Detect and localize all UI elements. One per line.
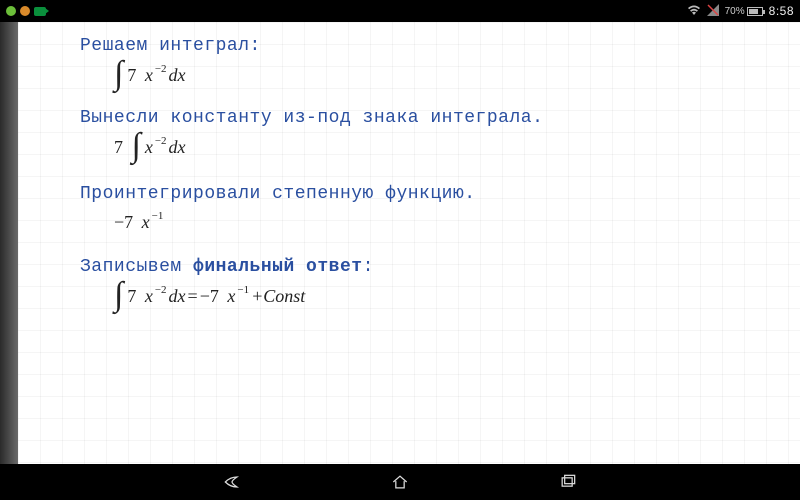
wifi-icon [687, 4, 701, 19]
math-var: x [227, 286, 235, 307]
math-coef: 7 [114, 137, 123, 158]
document-body: Решаем интеграл: ∫ 7 x−2 dx Вынесли конс… [18, 22, 800, 308]
recent-apps-button[interactable] [554, 471, 582, 493]
tablet-frame: 70% 8:58 Решаем интеграл: ∫ 7 x−2 dx Вын… [0, 0, 800, 500]
math-exp: −2 [155, 135, 167, 147]
status-bar-right: 70% 8:58 [687, 4, 794, 19]
step-heading: Записывем финальный ответ: [80, 257, 800, 277]
text-bold: финальный ответ [193, 257, 363, 277]
text-prefix: Записывем [80, 257, 193, 277]
math-expression: −7 x−1 [114, 212, 800, 233]
camera-icon [34, 7, 46, 16]
clock: 8:58 [769, 4, 794, 18]
page-shadow [0, 22, 18, 464]
math-coef: −7 [114, 212, 133, 233]
integral-icon: ∫ [132, 134, 141, 158]
back-button[interactable] [218, 471, 246, 493]
status-bar-left [6, 6, 46, 16]
math-const: +Const [251, 286, 305, 307]
math-dx: dx [169, 137, 186, 158]
text-suffix: : [363, 257, 374, 277]
home-button[interactable] [386, 471, 414, 493]
math-exp: −1 [152, 210, 164, 222]
battery-indicator: 70% [725, 6, 763, 17]
math-exp: −2 [155, 63, 167, 75]
math-var: x [145, 137, 153, 158]
math-coef: 7 [127, 65, 136, 86]
battery-percent: 70% [725, 6, 745, 17]
step-heading: Вынесли константу из-под знака интеграла… [80, 108, 800, 128]
navigation-bar [0, 464, 800, 500]
document-page[interactable]: Решаем интеграл: ∫ 7 x−2 dx Вынесли конс… [18, 22, 800, 464]
content-area: Решаем интеграл: ∫ 7 x−2 dx Вынесли конс… [0, 22, 800, 464]
notification-dot-icon [20, 6, 30, 16]
step-heading: Решаем интеграл: [80, 36, 800, 56]
notification-dot-icon [6, 6, 16, 16]
math-eq: = [188, 286, 198, 307]
math-expression: ∫ 7 x−2 dx [114, 64, 800, 88]
step-heading: Проинтегрировали степенную функцию. [80, 184, 800, 204]
math-var: x [145, 65, 153, 86]
math-var: x [145, 286, 153, 307]
math-dx: dx [169, 286, 186, 307]
math-coef: −7 [200, 286, 219, 307]
status-bar: 70% 8:58 [0, 0, 800, 22]
math-expression: 7 ∫ x−2 dx [114, 136, 800, 160]
math-expression: ∫ 7 x−2 dx = −7 x−1 +Const [114, 285, 800, 309]
math-dx: dx [169, 65, 186, 86]
signal-icon [707, 4, 719, 19]
integral-icon: ∫ [114, 283, 123, 307]
math-exp: −2 [155, 284, 167, 296]
math-var: x [142, 212, 150, 233]
integral-icon: ∫ [114, 62, 123, 86]
math-coef: 7 [127, 286, 136, 307]
math-exp: −1 [237, 284, 249, 296]
battery-icon [747, 7, 763, 16]
